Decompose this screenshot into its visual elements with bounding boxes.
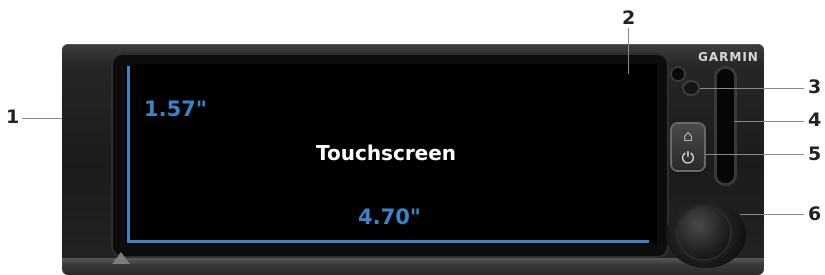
leader-line-2	[628, 28, 629, 74]
indicator-light	[684, 82, 698, 94]
callout-1: 1	[6, 106, 20, 128]
callout-5: 5	[808, 143, 822, 165]
height-dimension-line	[127, 66, 130, 242]
leader-line-1	[22, 118, 62, 119]
callout-4: 4	[808, 109, 822, 131]
home-power-button[interactable]: ⌂ ⏻	[672, 124, 704, 170]
bezel-bottom-edge	[62, 258, 764, 275]
callout-6: 6	[808, 203, 822, 225]
leader-line-6	[740, 214, 804, 215]
touchscreen-label: Touchscreen	[316, 141, 457, 165]
power-icon: ⏻	[681, 150, 695, 167]
leader-line-5	[706, 154, 804, 155]
leader-line-4	[734, 121, 804, 122]
corner-triangle-marker	[112, 252, 130, 264]
light-sensor	[672, 68, 684, 80]
width-dimension-label: 4.70"	[358, 205, 421, 229]
leader-line-3	[700, 88, 804, 89]
brand-logo: GARMIN	[698, 50, 759, 64]
home-icon: ⌂	[683, 128, 693, 145]
width-dimension-line	[127, 240, 649, 243]
height-dimension-label: 1.57"	[144, 97, 207, 121]
rotary-knob-inner[interactable]	[678, 207, 730, 259]
sd-card-slot[interactable]	[717, 69, 734, 183]
callout-3: 3	[808, 76, 822, 98]
callout-2: 2	[622, 7, 636, 29]
